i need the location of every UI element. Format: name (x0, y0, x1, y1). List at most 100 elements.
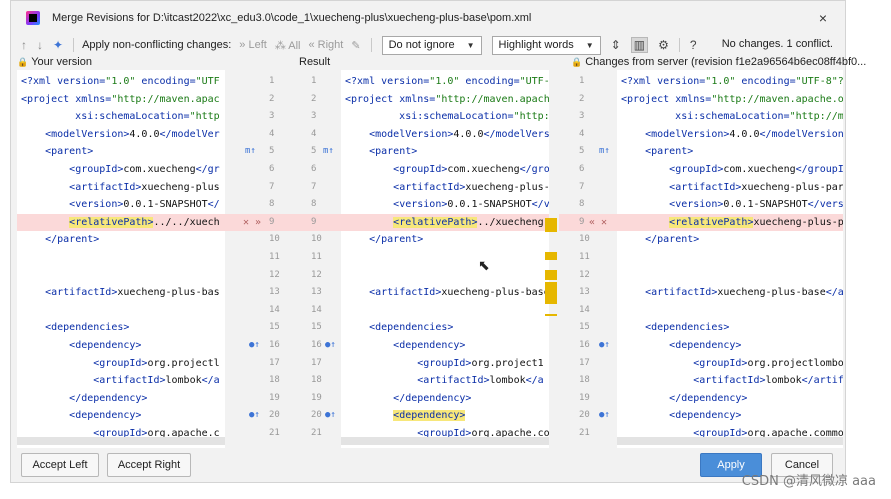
code-line[interactable]: <artifactId>xuecheng-plus (17, 179, 225, 197)
gutter-line: 11 (559, 249, 617, 267)
code-line[interactable] (617, 302, 843, 320)
result-line-number: 12 (311, 269, 322, 280)
code-line[interactable]: </parent> (17, 231, 225, 249)
change-dot-icon[interactable]: ●↑ (249, 407, 260, 425)
code-line[interactable]: <dependencies> (341, 319, 549, 337)
code-line[interactable] (617, 267, 843, 285)
code-line[interactable]: <project xmlns="http://maven.apache.o (617, 91, 843, 109)
code-line[interactable]: <version>0.0.1-SNAPSHOT</ver (341, 196, 549, 214)
code-line[interactable]: <project xmlns="http://maven.apac (17, 91, 225, 109)
code-line[interactable]: <dependency> (617, 407, 843, 425)
code-line[interactable]: <groupId>org.projectl (17, 355, 225, 373)
code-line[interactable]: <version>0.0.1-SNAPSHOT</ (17, 196, 225, 214)
previous-difference-icon[interactable]: ↑ (21, 38, 27, 52)
code-line[interactable]: <dependencies> (617, 319, 843, 337)
accept-left-conflict-icon[interactable]: ✕ » (243, 214, 261, 232)
ignore-whitespace-dropdown[interactable]: Do not ignore ▼ (381, 35, 482, 55)
code-line[interactable]: <dependency> (17, 407, 225, 425)
code-line[interactable]: <groupId>com.xuecheng</grou (341, 161, 549, 179)
code-line[interactable]: <relativePath>xuecheng-plus-pa (617, 213, 843, 232)
code-line[interactable]: <artifactId>xuecheng-plus-base (341, 284, 549, 302)
code-text: <artifactId>xuecheng-plus (17, 182, 220, 193)
code-line[interactable]: <modelVersion>4.0.0</modelVer (17, 126, 225, 144)
code-line[interactable] (341, 302, 549, 320)
apply-left-button[interactable]: » Left (239, 39, 267, 51)
code-line[interactable]: <dependencies> (17, 319, 225, 337)
next-difference-icon[interactable]: ↓ (37, 38, 43, 52)
code-line[interactable]: xsi:schemaLocation="http:/ (341, 108, 549, 126)
code-line[interactable]: <parent> (17, 143, 225, 161)
center-horizontal-scrollbar[interactable] (341, 437, 549, 445)
code-line[interactable]: <artifactId>xuecheng-plus-pare (617, 179, 843, 197)
left-editor[interactable]: <?xml version="1.0" encoding="UTF <projec… (17, 70, 225, 448)
code-line[interactable] (617, 249, 843, 267)
apply-all-button[interactable]: ⁂ All (275, 39, 301, 52)
code-token: 4.0.0 (129, 128, 160, 140)
code-line[interactable]: </dependency> (17, 390, 225, 408)
code-line[interactable]: <dependency> (341, 337, 549, 355)
code-line[interactable] (341, 267, 549, 285)
code-line[interactable]: <version>0.0.1-SNAPSHOT</versi (617, 196, 843, 214)
code-line[interactable]: </dependency> (617, 390, 843, 408)
code-line[interactable]: <relativePath>../xuecheng (341, 213, 549, 232)
code-line[interactable]: <modelVersion>4.0.0</modelVersion (617, 126, 843, 144)
left-horizontal-scrollbar[interactable] (17, 437, 225, 445)
gutter-line: 44 (225, 126, 341, 144)
code-line[interactable]: <artifactId>lombok</artifa (617, 372, 843, 390)
code-line[interactable]: <groupId>org.project1 (341, 355, 549, 373)
code-line[interactable]: </dependency> (341, 390, 549, 408)
merge-modified-icon[interactable]: m↑ (245, 143, 256, 161)
change-dot-icon[interactable]: ●↑ (325, 407, 336, 425)
gutter-line: 19 19 (225, 390, 341, 408)
code-line[interactable]: <project xmlns="http://maven.apache (341, 91, 549, 109)
code-line[interactable]: <parent> (617, 143, 843, 161)
change-dot-icon[interactable]: ●↑ (599, 337, 610, 355)
code-line[interactable]: <artifactId>lombok</a (341, 372, 549, 390)
code-line[interactable] (17, 249, 225, 267)
code-line[interactable]: <?xml version="1.0" encoding="UTF (17, 73, 225, 91)
code-line[interactable]: <parent> (341, 143, 549, 161)
code-line[interactable] (17, 267, 225, 285)
code-line[interactable]: xsi:schemaLocation="http://ma (617, 108, 843, 126)
code-line[interactable]: <dependency> (341, 407, 549, 425)
magic-resolve-icon[interactable]: ✦ (53, 38, 63, 52)
edit-icon[interactable]: ✎ (351, 39, 360, 52)
code-line[interactable]: <artifactId>xuecheng-plus-base</a (617, 284, 843, 302)
accept-left-button[interactable]: Accept Left (21, 453, 99, 477)
code-line[interactable]: </parent> (617, 231, 843, 249)
code-token: <groupId> (393, 164, 448, 175)
apply-right-button[interactable]: « Right (309, 39, 344, 51)
accept-right-button[interactable]: Accept Right (107, 453, 191, 477)
result-editor[interactable]: <?xml version="1.0" encoding="UTF-8 <proj… (341, 70, 549, 448)
highlight-mode-dropdown[interactable]: Highlight words ▼ (491, 35, 601, 55)
code-line[interactable]: <?xml version="1.0" encoding="UTF-8 (341, 73, 549, 91)
code-line[interactable]: <artifactId>xuecheng-plus-bas (17, 284, 225, 302)
code-line[interactable]: <?xml version="1.0" encoding="UTF-8"?> (617, 73, 843, 91)
code-line[interactable]: <groupId>com.xuecheng</groupId (617, 161, 843, 179)
code-line[interactable]: <dependency> (17, 337, 225, 355)
code-line[interactable]: <groupId>com.xuecheng</gr (17, 161, 225, 179)
collapse-unchanged-icon[interactable]: ⇕ (611, 38, 621, 52)
change-dot-icon[interactable]: ●↑ (599, 407, 610, 425)
sync-scroll-icon[interactable]: ▥ (630, 37, 649, 53)
server-editor[interactable]: <?xml version="1.0" encoding="UTF-8"?> <p… (617, 70, 843, 448)
right-horizontal-scrollbar[interactable] (617, 437, 843, 445)
gear-icon[interactable]: ⚙ (658, 38, 669, 52)
accept-right-conflict-icon[interactable]: « ✕ (589, 214, 607, 232)
code-line[interactable]: xsi:schemaLocation="http (17, 108, 225, 126)
merge-modified-icon[interactable]: m↑ (599, 143, 610, 161)
help-icon[interactable]: ? (690, 38, 697, 52)
change-dot-icon[interactable]: ●↑ (325, 337, 336, 355)
merge-modified-icon[interactable]: m↑ (323, 143, 334, 161)
change-dot-icon[interactable]: ●↑ (249, 337, 260, 355)
code-line[interactable]: </parent> (341, 231, 549, 249)
close-icon[interactable]: × (819, 10, 827, 26)
code-line[interactable]: <artifactId>xuecheng-plus-p (341, 179, 549, 197)
code-line[interactable]: <groupId>org.projectlombok (617, 355, 843, 373)
code-line[interactable]: <modelVersion>4.0.0</modelVersi (341, 126, 549, 144)
code-line[interactable]: <relativePath>../../xuech (17, 213, 225, 232)
code-line[interactable] (341, 249, 549, 267)
code-line[interactable]: <artifactId>lombok</a (17, 372, 225, 390)
code-line[interactable]: <dependency> (617, 337, 843, 355)
code-line[interactable] (17, 302, 225, 320)
